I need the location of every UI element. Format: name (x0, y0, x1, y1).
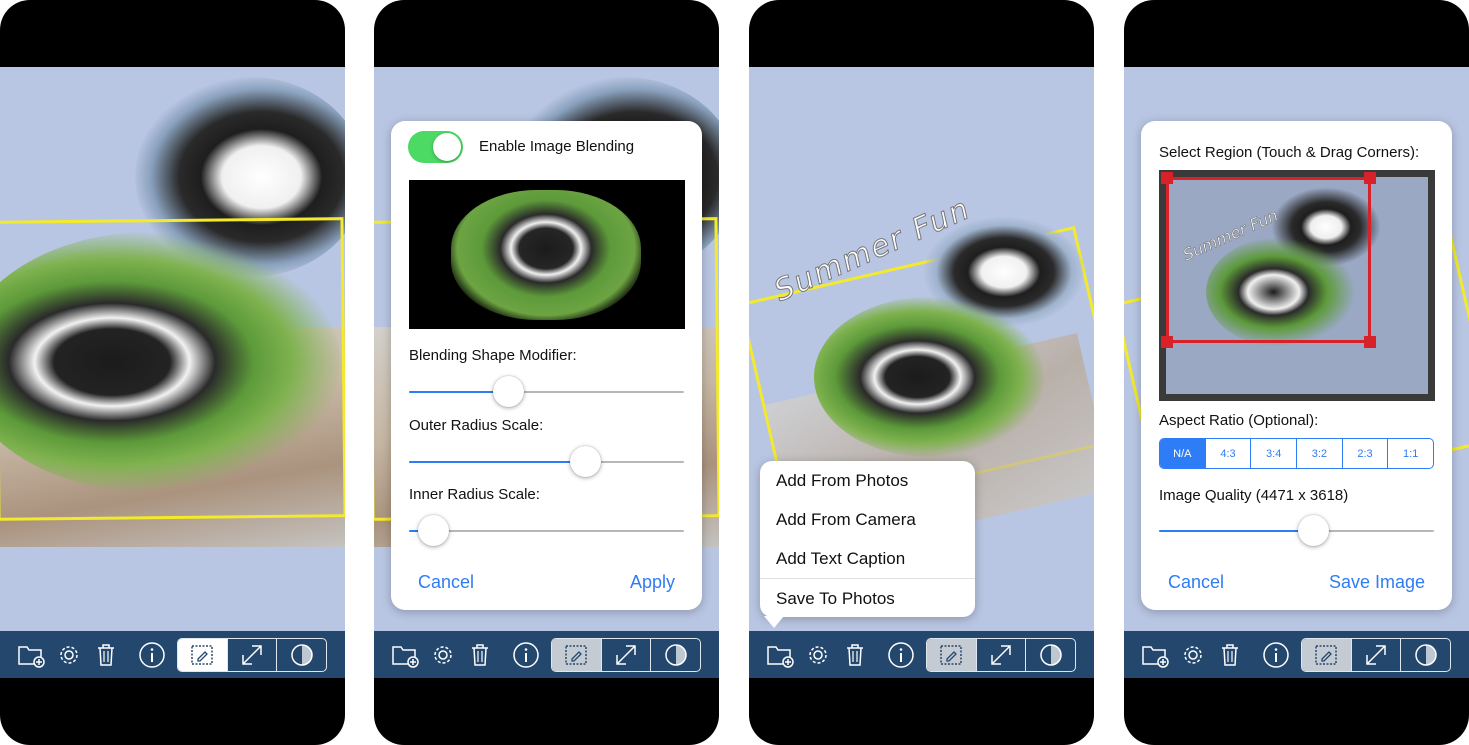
blend-circle-icon[interactable] (1400, 639, 1450, 671)
slider-thumb[interactable] (418, 515, 450, 546)
mode-segmented-control (551, 638, 701, 672)
canvas-area[interactable]: Enable Image Blending Blending Shape Mod… (374, 67, 719, 631)
resize-arrow-icon[interactable] (975, 639, 1026, 671)
aspect-ratio-label: Aspect Ratio (Optional): (1159, 412, 1319, 429)
crop-handle-top-left[interactable] (1161, 172, 1173, 184)
phone-screen-3: Summer Fun Add From Photos Add From Came… (749, 0, 1094, 745)
inner-radius-label: Inner Radius Scale: (409, 486, 540, 503)
add-folder-icon[interactable] (1139, 639, 1171, 671)
menu-item-add-text-caption[interactable]: Add Text Caption (760, 539, 975, 578)
menu-item-add-from-photos[interactable]: Add From Photos (760, 461, 975, 500)
slider-fill (409, 461, 585, 463)
edit-frame-icon[interactable] (927, 639, 976, 671)
outer-radius-slider[interactable] (409, 446, 684, 477)
shape-modifier-label: Blending Shape Modifier: (409, 347, 577, 364)
add-folder-icon[interactable] (389, 639, 421, 671)
phone-screen-1 (0, 0, 345, 745)
save-image-button[interactable]: Save Image (1329, 572, 1425, 593)
add-folder-icon[interactable] (764, 639, 796, 671)
canvas-area[interactable] (0, 67, 345, 631)
save-image-dialog: Select Region (Touch & Drag Corners): Su… (1141, 121, 1452, 610)
blend-circle-icon[interactable] (650, 639, 700, 671)
trash-icon[interactable] (1214, 639, 1246, 671)
mode-segmented-control (1301, 638, 1451, 672)
apply-button[interactable]: Apply (630, 572, 675, 593)
edit-frame-icon[interactable] (1302, 639, 1351, 671)
outer-radius-label: Outer Radius Scale: (409, 417, 544, 434)
crop-handle-bottom-left[interactable] (1161, 336, 1173, 348)
bottom-toolbar (749, 631, 1094, 678)
resize-arrow-icon[interactable] (1350, 639, 1401, 671)
aspect-option[interactable]: 2:3 (1341, 439, 1388, 468)
blending-dialog: Enable Image Blending Blending Shape Mod… (391, 121, 702, 610)
info-icon[interactable] (1260, 639, 1292, 671)
image-quality-slider[interactable] (1159, 515, 1434, 546)
resize-arrow-icon[interactable] (600, 639, 651, 671)
crop-handle-top-right[interactable] (1364, 172, 1376, 184)
slider-thumb[interactable] (492, 376, 524, 407)
gear-icon[interactable] (1177, 639, 1209, 671)
edit-frame-icon[interactable] (552, 639, 601, 671)
add-folder-icon[interactable] (15, 639, 47, 671)
aspect-option[interactable]: 4:3 (1204, 439, 1251, 468)
info-icon[interactable] (136, 639, 168, 671)
cancel-button[interactable]: Cancel (1168, 572, 1224, 593)
crop-rectangle[interactable] (1166, 177, 1371, 343)
aspect-option[interactable]: 3:2 (1296, 439, 1342, 468)
trash-icon[interactable] (464, 639, 496, 671)
puppy-photo-main[interactable] (814, 297, 1044, 457)
bottom-toolbar (1124, 631, 1469, 678)
blend-circle-icon[interactable] (1025, 639, 1075, 671)
bottom-toolbar (374, 631, 719, 678)
bottom-toolbar (0, 631, 345, 678)
mode-segmented-control (177, 638, 327, 672)
blend-toggle-switch[interactable] (408, 131, 463, 163)
trash-icon[interactable] (90, 639, 122, 671)
trash-icon[interactable] (839, 639, 871, 671)
gear-icon[interactable] (427, 639, 459, 671)
slider-thumb[interactable] (569, 446, 601, 477)
resize-arrow-icon[interactable] (226, 639, 277, 671)
aspect-option[interactable]: 3:4 (1250, 439, 1296, 468)
info-icon[interactable] (885, 639, 917, 671)
phone-screen-2: Enable Image Blending Blending Shape Mod… (374, 0, 719, 745)
info-icon[interactable] (510, 639, 542, 671)
blend-toggle-label: Enable Image Blending (479, 138, 635, 155)
aspect-ratio-segmented-control: N/A 4:3 3:4 3:2 2:3 1:1 (1159, 438, 1434, 469)
cancel-button[interactable]: Cancel (418, 572, 474, 593)
menu-item-add-from-camera[interactable]: Add From Camera (760, 500, 975, 539)
mode-segmented-control (926, 638, 1076, 672)
inner-radius-slider[interactable] (409, 515, 684, 546)
image-quality-label: Image Quality (4471 x 3618) (1159, 487, 1349, 504)
add-menu-popover: Add From Photos Add From Camera Add Text… (760, 461, 975, 617)
blend-preview-image (409, 180, 685, 329)
region-label: Select Region (Touch & Drag Corners): (1159, 144, 1420, 161)
slider-thumb[interactable] (1297, 515, 1329, 546)
slider-fill (1159, 530, 1313, 532)
shape-modifier-slider[interactable] (409, 376, 684, 407)
switch-knob (433, 133, 461, 161)
crop-region-preview[interactable]: Summer Fun (1159, 170, 1435, 401)
crop-handle-bottom-right[interactable] (1364, 336, 1376, 348)
preview-puppy-photo (451, 190, 641, 320)
aspect-option[interactable]: N/A (1160, 439, 1205, 468)
gear-icon[interactable] (53, 639, 85, 671)
canvas-area[interactable]: Summer Fun Add From Photos Add From Came… (749, 67, 1094, 631)
popover-arrow (764, 616, 784, 628)
edit-frame-icon[interactable] (178, 639, 227, 671)
menu-item-save-to-photos[interactable]: Save To Photos (760, 579, 975, 618)
blend-circle-icon[interactable] (276, 639, 326, 671)
gear-icon[interactable] (802, 639, 834, 671)
aspect-option[interactable]: 1:1 (1387, 439, 1433, 468)
